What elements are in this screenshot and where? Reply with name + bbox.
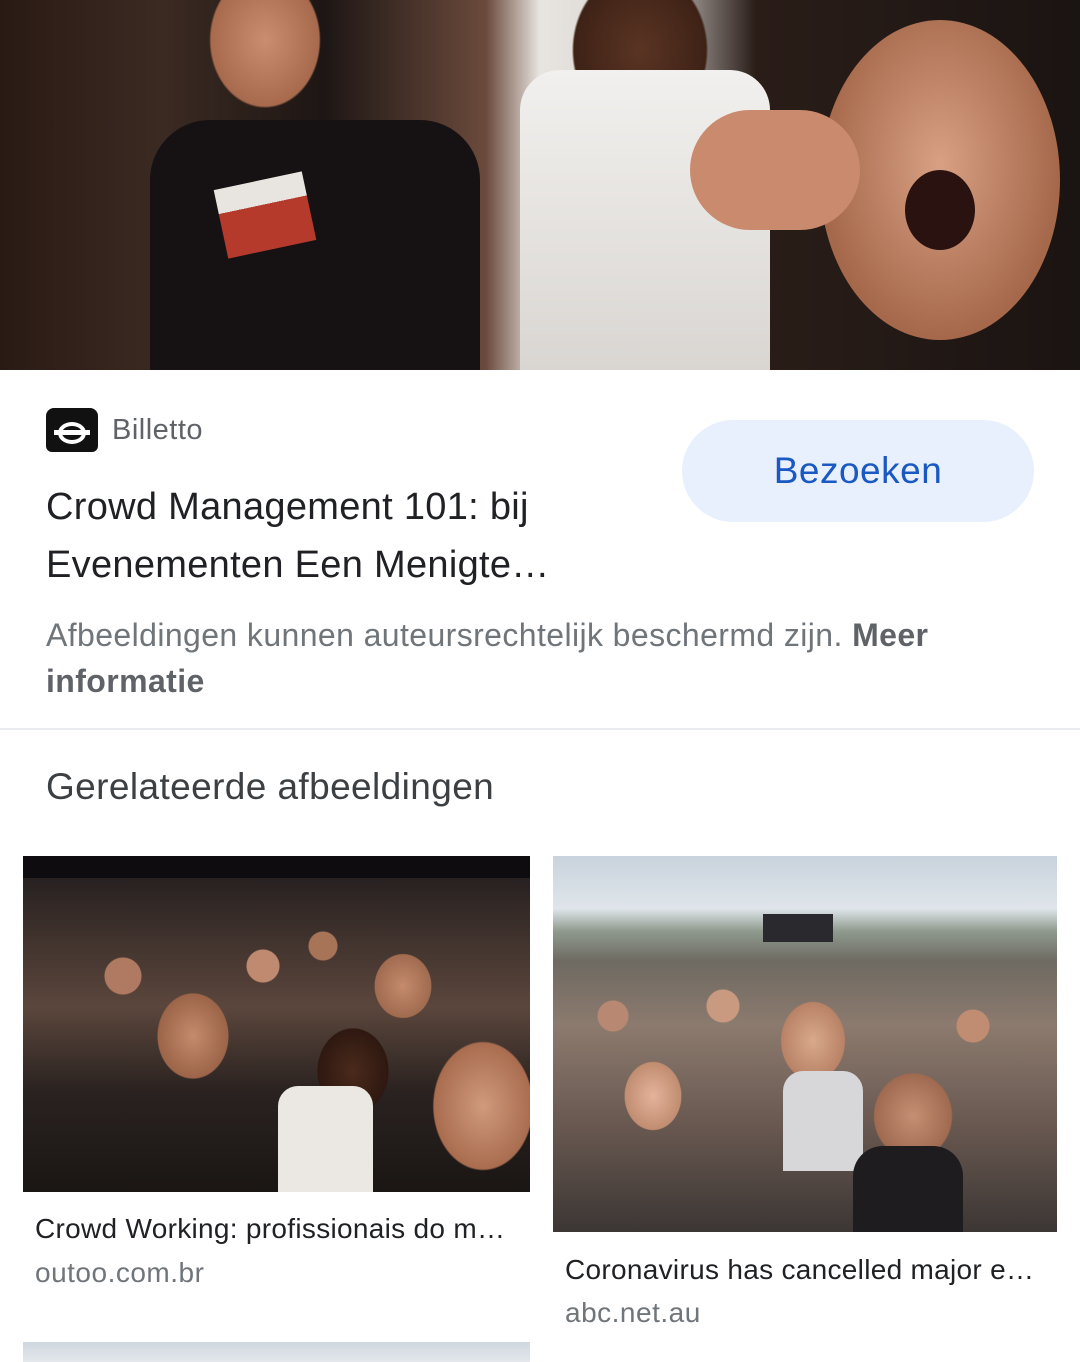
image-detail <box>23 856 530 878</box>
preview-title-line: Crowd Management 101: bij <box>46 486 529 528</box>
related-image-title[interactable]: Crowd Working: profissionais do m… <box>35 1213 505 1245</box>
source-row[interactable]: Billetto <box>46 408 203 452</box>
preview-image[interactable] <box>0 0 1080 370</box>
image-detail <box>763 914 833 942</box>
visit-button[interactable]: Bezoeken <box>682 420 1034 522</box>
divider <box>0 728 1080 730</box>
related-images-heading: Gerelateerde afbeeldingen <box>46 766 495 807</box>
image-detail <box>783 1071 863 1171</box>
preview-info-card: Billetto Crowd Management 101: bij Evene… <box>0 372 1080 728</box>
image-detail <box>690 110 860 230</box>
related-image-title[interactable]: Coronavirus has cancelled major e… <box>565 1254 1034 1286</box>
image-detail <box>278 1086 373 1192</box>
billetto-logo-icon <box>46 408 98 452</box>
copyright-notice: Afbeeldingen kunnen auteursrechtelijk be… <box>46 612 1046 704</box>
source-name: Billetto <box>112 413 204 446</box>
image-detail <box>853 1146 963 1232</box>
related-image-thumbnail[interactable] <box>23 856 530 1192</box>
image-detail <box>905 170 975 250</box>
related-image-source: outoo.com.br <box>35 1257 205 1288</box>
related-image-thumbnail[interactable] <box>553 856 1057 1232</box>
image-detail <box>150 120 480 370</box>
copyright-text: Afbeeldingen kunnen auteursrechtelijk be… <box>46 617 843 653</box>
preview-title-line: Evenementen Een Menigte… <box>46 544 550 586</box>
related-image-thumbnail[interactable] <box>23 1342 530 1362</box>
related-image-source: abc.net.au <box>565 1297 701 1328</box>
preview-title[interactable]: Crowd Management 101: bij Evenementen Ee… <box>46 478 646 594</box>
